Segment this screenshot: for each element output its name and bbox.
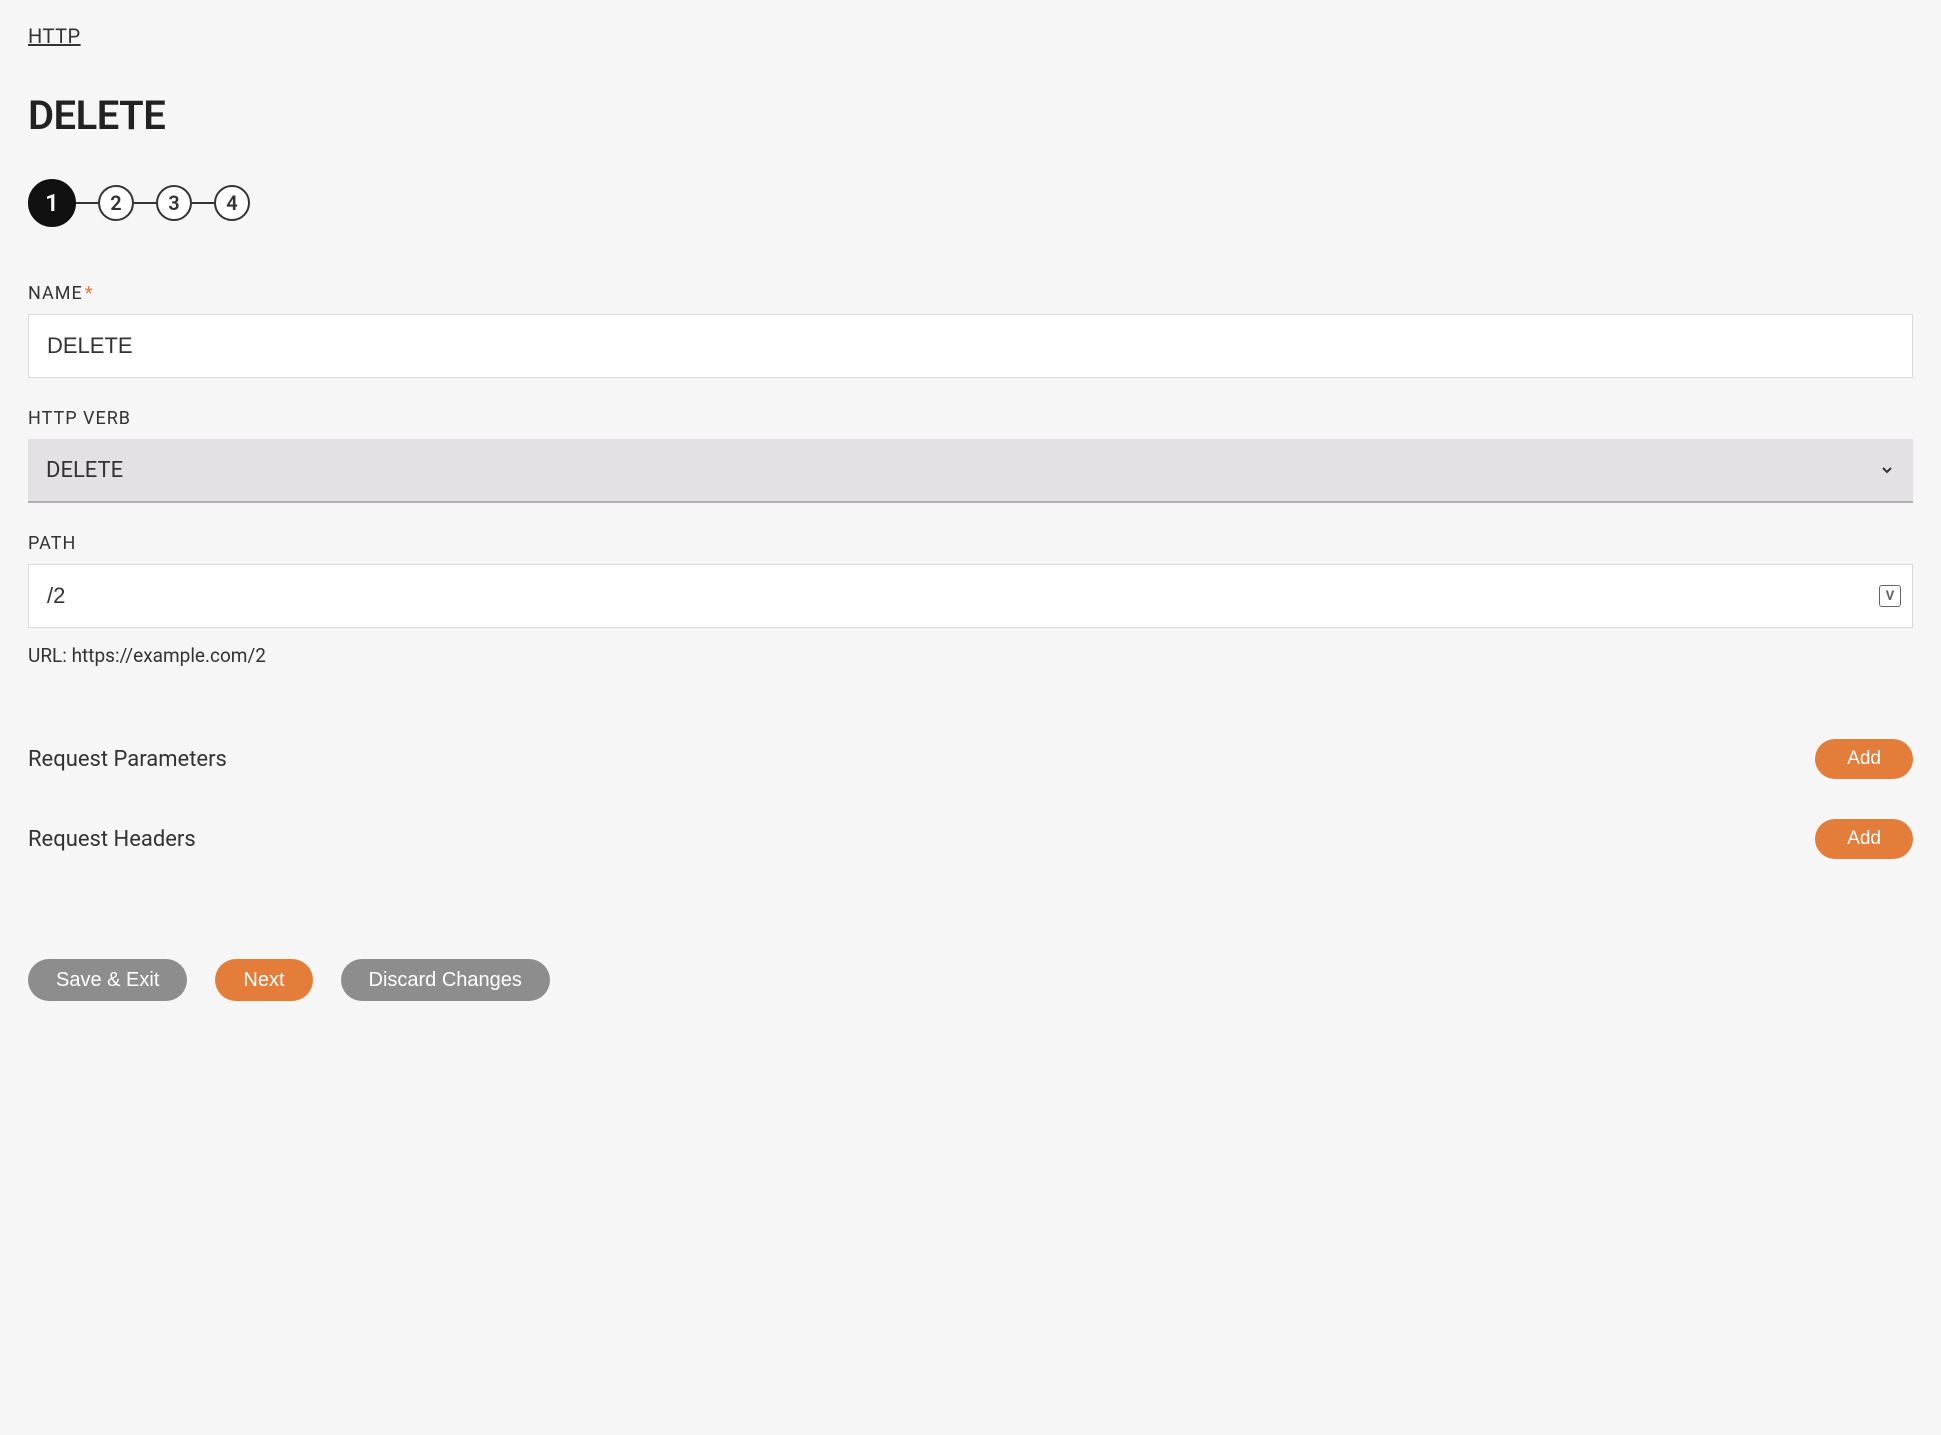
breadcrumb-http[interactable]: HTTP <box>28 24 81 48</box>
path-input[interactable] <box>28 564 1913 628</box>
next-button[interactable]: Next <box>215 959 312 1001</box>
step-4[interactable]: 4 <box>214 185 250 221</box>
request-headers-row: Request Headers Add <box>28 819 1913 859</box>
step-connector <box>76 202 98 204</box>
stepper: 1 2 3 4 <box>28 179 1913 227</box>
request-parameters-row: Request Parameters Add <box>28 739 1913 779</box>
step-1[interactable]: 1 <box>28 179 76 227</box>
field-path-group: PATH V URL: https://example.com/2 <box>28 533 1913 667</box>
url-hint: URL: https://example.com/2 <box>28 644 1913 667</box>
verb-label: HTTP VERB <box>28 408 1913 429</box>
verb-value: DELETE <box>46 458 123 483</box>
request-headers-title: Request Headers <box>28 827 196 852</box>
verb-select[interactable]: DELETE <box>28 439 1913 503</box>
footer-buttons: Save & Exit Next Discard Changes <box>28 959 1913 1001</box>
path-label: PATH <box>28 533 1913 554</box>
request-parameters-title: Request Parameters <box>28 747 227 772</box>
discard-button[interactable]: Discard Changes <box>341 959 550 1001</box>
page-title: DELETE <box>28 92 1913 139</box>
field-verb-group: HTTP VERB DELETE <box>28 408 1913 503</box>
name-input[interactable] <box>28 314 1913 378</box>
variable-icon[interactable]: V <box>1879 585 1901 607</box>
step-connector <box>192 202 214 204</box>
name-label: NAME* <box>28 283 1913 304</box>
add-header-button[interactable]: Add <box>1815 819 1913 859</box>
chevron-down-icon <box>1879 462 1895 478</box>
step-2[interactable]: 2 <box>98 185 134 221</box>
name-label-text: NAME <box>28 283 83 304</box>
step-3[interactable]: 3 <box>156 185 192 221</box>
required-indicator: * <box>85 283 94 304</box>
add-parameter-button[interactable]: Add <box>1815 739 1913 779</box>
field-name-group: NAME* <box>28 283 1913 378</box>
step-connector <box>134 202 156 204</box>
save-exit-button[interactable]: Save & Exit <box>28 959 187 1001</box>
